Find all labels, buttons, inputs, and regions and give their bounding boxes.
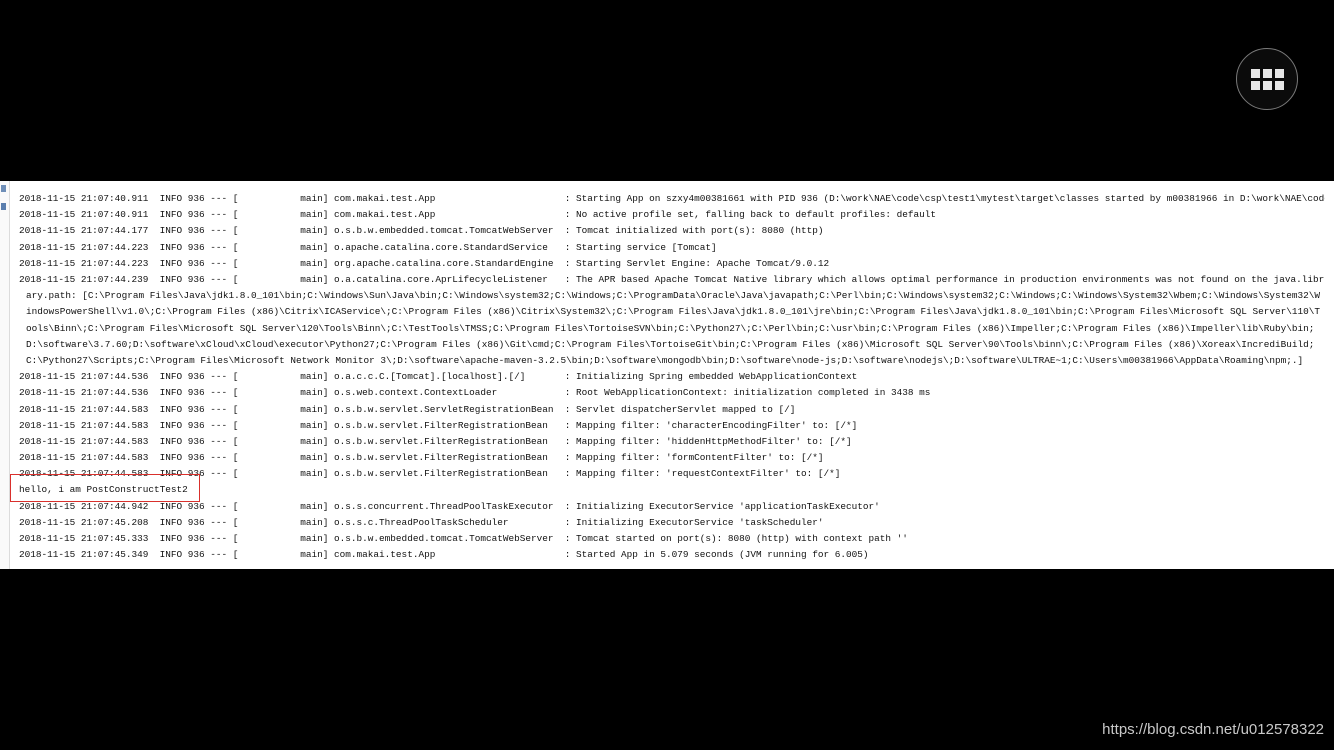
log-line: 2018-11-15 21:07:44.942 INFO 936 --- [ m… — [19, 500, 880, 512]
log-line: 2018-11-15 21:07:45.349 INFO 936 --- [ m… — [19, 549, 869, 561]
log-line: 2018-11-15 21:07:44.536 INFO 936 --- [ m… — [19, 387, 931, 399]
log-line: 2018-11-15 21:07:45.208 INFO 936 --- [ m… — [19, 516, 824, 528]
log-line: 2018-11-15 21:07:44.223 INFO 936 --- [ m… — [19, 257, 830, 269]
log-line: 2018-11-15 21:07:44.583 INFO 936 --- [ m… — [19, 403, 796, 415]
log-line: 2018-11-15 21:07:44.536 INFO 936 --- [ m… — [19, 371, 858, 383]
log-line: 2018-11-15 21:07:40.911 INFO 936 --- [ m… — [19, 193, 1325, 204]
log-line: 2018-11-15 21:07:44.583 INFO 936 --- [ m… — [19, 419, 858, 431]
watermark-url: https://blog.csdn.net/u012578322 — [1102, 721, 1324, 738]
log-line: hello, i am PostConstructTest2 — [19, 484, 188, 496]
log-line: 2018-11-15 21:07:44.177 INFO 936 --- [ m… — [19, 225, 824, 237]
log-line: 2018-11-15 21:07:45.333 INFO 936 --- [ m… — [19, 533, 908, 545]
clear-console-icon[interactable] — [1, 203, 6, 210]
log-line: 2018-11-15 21:07:44.583 INFO 936 --- [ m… — [19, 435, 852, 447]
log-line: 2018-11-15 21:07:44.583 INFO 936 --- [ m… — [19, 468, 841, 480]
console-output-panel[interactable]: 2018-11-15 21:07:40.911 INFO 936 --- [ m… — [0, 181, 1334, 569]
highlight-annotation-box — [10, 474, 200, 502]
log-line: 2018-11-15 21:07:44.239 INFO 936 --- [ m… — [19, 273, 1325, 366]
log-line: 2018-11-15 21:07:40.911 INFO 936 --- [ m… — [19, 209, 937, 221]
floating-menu-button[interactable] — [1236, 48, 1298, 110]
scroll-lock-icon[interactable] — [1, 185, 6, 192]
grid-icon — [1251, 69, 1284, 90]
console-gutter — [0, 181, 10, 569]
log-line: 2018-11-15 21:07:44.223 INFO 936 --- [ m… — [19, 241, 717, 253]
console-log: 2018-11-15 21:07:40.911 INFO 936 --- [ m… — [19, 191, 1325, 563]
log-line: 2018-11-15 21:07:44.583 INFO 936 --- [ m… — [19, 452, 824, 464]
